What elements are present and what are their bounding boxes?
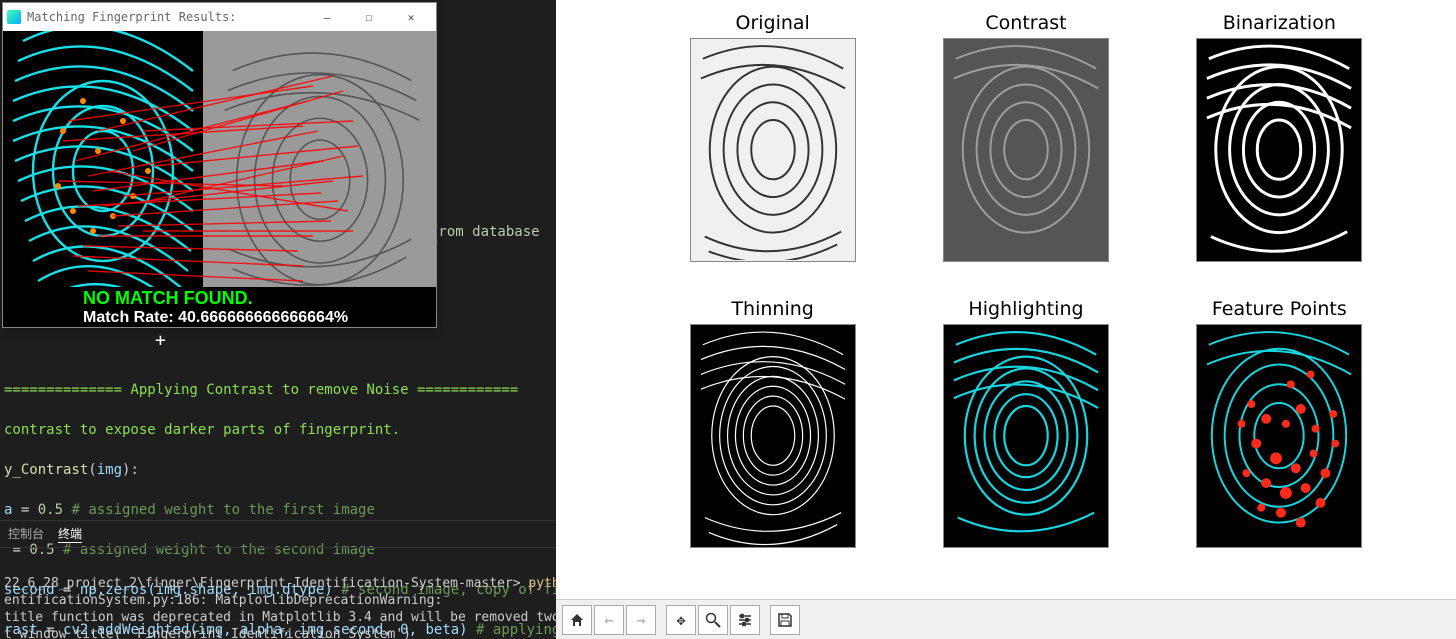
code-line: ============== Applying Contrast to remo… xyxy=(4,380,556,400)
forward-icon[interactable]: → xyxy=(626,605,656,635)
popup-title: Matching Fingerprint Results: xyxy=(27,10,306,24)
plot-binarization xyxy=(1196,38,1362,262)
terminal-line: title function was deprecated in Matplot… xyxy=(4,610,556,625)
bottom-panel-tabs: 控制台 终端 xyxy=(0,520,556,548)
plot-feature-points xyxy=(1196,324,1362,548)
pan-icon[interactable]: ✥ xyxy=(666,605,696,635)
candidate-fingerprint xyxy=(203,31,436,316)
back-icon[interactable]: ← xyxy=(594,605,624,635)
crosshair-cursor-icon: + xyxy=(155,330,166,351)
terminal-output[interactable]: 22_6_28_project_2\finger\Fingerprint-Ide… xyxy=(0,558,556,639)
app-icon xyxy=(7,10,21,24)
minimize-button[interactable]: — xyxy=(306,6,348,28)
no-match-label: NO MATCH FOUND. xyxy=(83,288,436,309)
plot-original xyxy=(690,38,856,262)
plot-thinning xyxy=(690,324,856,548)
matplotlib-figure-window: Original Contrast Binarization xyxy=(556,0,1456,639)
match-rate-label: Match Rate: 40.666666666666664% xyxy=(83,309,436,327)
plot-title: Original xyxy=(735,12,809,34)
terminal-line: entificationSystem.py:186: MatplotlibDep… xyxy=(4,593,442,608)
zoom-icon[interactable] xyxy=(698,605,728,635)
plot-highlighting xyxy=(943,324,1109,548)
matplotlib-toolbar: ← → ✥ xyxy=(556,599,1456,639)
figure-grid: Original Contrast Binarization xyxy=(556,0,1456,599)
popup-titlebar[interactable]: Matching Fingerprint Results: — ☐ ✕ xyxy=(3,3,436,31)
terminal-line: t_window_title(' Fingerprint Identificat… xyxy=(4,627,411,639)
code-line: contrast to expose darker parts of finge… xyxy=(4,420,556,440)
plot-title: Highlighting xyxy=(968,298,1083,320)
plot-title: Binarization xyxy=(1223,12,1336,34)
partial-code-text: from database f xyxy=(430,224,556,256)
close-button[interactable]: ✕ xyxy=(390,6,432,28)
plot-title: Contrast xyxy=(985,12,1066,34)
tab-terminal[interactable]: 终端 xyxy=(58,525,82,543)
plot-contrast xyxy=(943,38,1109,262)
tab-console[interactable]: 控制台 xyxy=(8,525,44,543)
match-image-area: NO MATCH FOUND. Match Rate: 40.666666666… xyxy=(3,31,436,327)
save-icon[interactable] xyxy=(770,605,800,635)
match-results-popup: Matching Fingerprint Results: — ☐ ✕ xyxy=(2,2,437,328)
plot-title: Feature Points xyxy=(1212,298,1347,320)
subplots-config-icon[interactable] xyxy=(730,605,760,635)
code-line: a = 0.5 # assigned weight to the first i… xyxy=(4,500,556,520)
code-line: y_Contrast(img): xyxy=(4,460,556,480)
home-icon[interactable] xyxy=(562,605,592,635)
query-fingerprint xyxy=(3,31,203,316)
editor-and-terminal-panel: Matching Fingerprint Results: — ☐ ✕ xyxy=(0,0,556,639)
maximize-button[interactable]: ☐ xyxy=(348,6,390,28)
plot-title: Thinning xyxy=(731,298,813,320)
terminal-line: 22_6_28_project_2\finger\Fingerprint-Ide… xyxy=(4,576,556,591)
